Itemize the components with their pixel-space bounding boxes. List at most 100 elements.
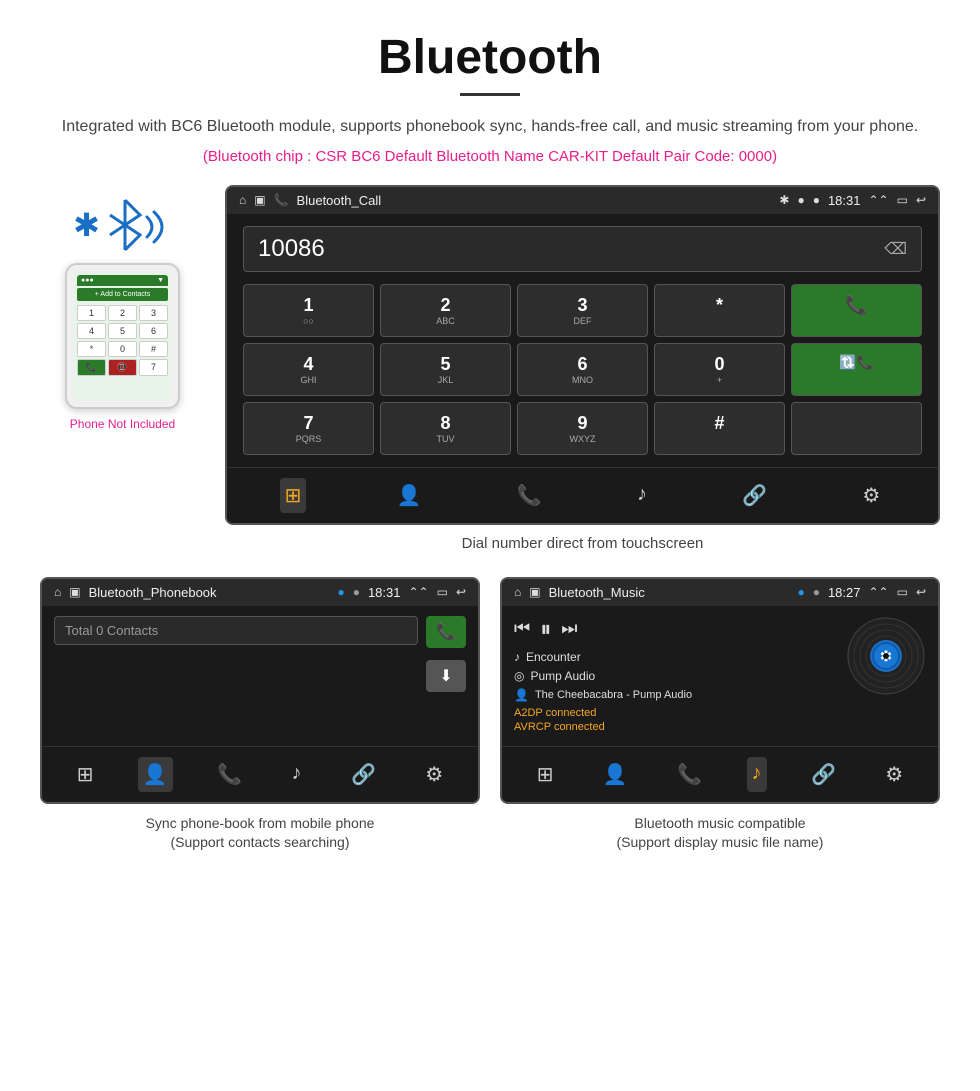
- key-1[interactable]: 1○○: [243, 284, 374, 337]
- car-screen-call-wrapper: ⌂ ▣ 📞 Bluetooth_Call ✱ ● ● 18:31 ⌃⌃ ▭ ↩ …: [225, 185, 940, 567]
- music-toolbar-call[interactable]: 📞: [672, 757, 707, 792]
- key-0[interactable]: 0+: [654, 343, 785, 396]
- music-home-icon[interactable]: ⌂: [514, 585, 521, 599]
- page-title: Bluetooth: [60, 30, 920, 85]
- phone-status-bar: ●●●▼: [77, 275, 168, 286]
- phonebook-download-btn[interactable]: ⬇: [426, 660, 466, 692]
- car-wifi-icon: ▣: [254, 193, 265, 207]
- dial-number: 10086: [258, 235, 325, 263]
- bluetooth-icon: ✱: [73, 206, 100, 244]
- car-screen-music: ⌂ ▣ Bluetooth_Music ● ● 18:27 ⌃⌃ ▭ ↩ ⏮ ⏸…: [500, 577, 940, 804]
- music-track3-row: 👤 The Cheebacabra - Pump Audio: [514, 688, 836, 702]
- pb-back-icon[interactable]: ↩: [456, 585, 466, 599]
- key-redial[interactable]: 🔃📞: [791, 343, 922, 396]
- music-track1: Encounter: [526, 650, 581, 664]
- car-expand-icon[interactable]: ⌃⌃: [868, 193, 888, 207]
- dial-input[interactable]: 10086 ⌫: [243, 226, 922, 272]
- car-home-icon[interactable]: ⌂: [239, 193, 246, 207]
- key-9[interactable]: 9WXYZ: [517, 402, 648, 455]
- pb-toolbar-call[interactable]: 📞: [212, 757, 247, 792]
- key-star[interactable]: *: [654, 284, 785, 337]
- pb-wifi-icon: ▣: [69, 585, 80, 599]
- music-toolbar-music[interactable]: ♪: [747, 757, 767, 792]
- music-toolbar-link[interactable]: 🔗: [806, 757, 841, 792]
- key-6[interactable]: 6MNO: [517, 343, 648, 396]
- music-play-btn[interactable]: ⏸: [540, 616, 551, 642]
- phone-key-0[interactable]: 0: [108, 341, 137, 357]
- phone-key-3[interactable]: 3: [139, 305, 168, 321]
- car-dots-icon: ●: [813, 193, 820, 207]
- dial-caption: Dial number direct from touchscreen: [225, 535, 940, 552]
- phone-mockup: ●●●▼ + Add to Contacts 1 2 3 4 5 6 * 0 #…: [65, 263, 180, 409]
- music-toolbar-settings[interactable]: ⚙: [880, 757, 908, 792]
- key-5[interactable]: 5JKL: [380, 343, 511, 396]
- car-screen-phonebook: ⌂ ▣ Bluetooth_Phonebook ● ● 18:31 ⌃⌃ ▭ ↩…: [40, 577, 480, 804]
- music-track2-row: ◎ Pump Audio: [514, 669, 836, 683]
- music-window-icon[interactable]: ▭: [897, 585, 908, 599]
- music-expand-icon[interactable]: ⌃⌃: [868, 585, 888, 599]
- car-status-title-call: Bluetooth_Call: [297, 193, 772, 208]
- key-7[interactable]: 7PQRS: [243, 402, 374, 455]
- title-underline: [460, 93, 520, 96]
- key-hash[interactable]: #: [654, 402, 785, 455]
- car-toolbar-phonebook: ⊞ 👤 📞 ♪ 🔗 ⚙: [42, 746, 478, 802]
- toolbar-call-btn[interactable]: 📞: [512, 478, 547, 513]
- car-status-bar-music: ⌂ ▣ Bluetooth_Music ● ● 18:27 ⌃⌃ ▭ ↩: [502, 579, 938, 606]
- key-3[interactable]: 3DEF: [517, 284, 648, 337]
- key-empty: [791, 402, 922, 455]
- toolbar-settings-btn[interactable]: ⚙: [857, 478, 885, 513]
- music-circle-icon: ◎: [514, 669, 524, 683]
- phone-key-4[interactable]: 4: [77, 323, 106, 339]
- dial-delete-btn[interactable]: ⌫: [884, 239, 907, 259]
- phone-key-call[interactable]: 📞: [77, 359, 106, 376]
- pb-toolbar-contacts[interactable]: 👤: [138, 757, 173, 792]
- phone-key-star[interactable]: *: [77, 341, 106, 357]
- key-2[interactable]: 2ABC: [380, 284, 511, 337]
- phonebook-call-btn[interactable]: 📞: [426, 616, 466, 648]
- pb-toolbar-music[interactable]: ♪: [287, 757, 307, 792]
- phone-key-2[interactable]: 2: [108, 305, 137, 321]
- car-phone-icon: 📞: [274, 193, 289, 207]
- music-toolbar-contacts[interactable]: 👤: [598, 757, 633, 792]
- signal-waves-svg: [142, 202, 172, 252]
- phone-key-1[interactable]: 1: [77, 305, 106, 321]
- car-back-icon[interactable]: ↩: [916, 193, 926, 207]
- phonebook-caption: Sync phone-book from mobile phone (Suppo…: [40, 814, 480, 853]
- music-status2: AVRCP connected: [514, 721, 836, 733]
- toolbar-dialpad-btn[interactable]: ⊞: [280, 478, 307, 513]
- phone-key-6[interactable]: 6: [139, 323, 168, 339]
- pb-expand-icon[interactable]: ⌃⌃: [408, 585, 428, 599]
- car-status-bar-phonebook: ⌂ ▣ Bluetooth_Phonebook ● ● 18:31 ⌃⌃ ▭ ↩: [42, 579, 478, 606]
- phone-side: ✱ ●●●▼ + Add to Contacts 1: [40, 185, 205, 431]
- pb-toolbar-dialpad[interactable]: ⊞: [72, 757, 99, 792]
- pb-window-icon[interactable]: ▭: [437, 585, 448, 599]
- pb-toolbar-settings[interactable]: ⚙: [420, 757, 448, 792]
- toolbar-contacts-btn[interactable]: 👤: [392, 478, 427, 513]
- music-caption: Bluetooth music compatible (Support disp…: [500, 814, 940, 853]
- key-call[interactable]: 📞: [791, 284, 922, 337]
- pb-home-icon[interactable]: ⌂: [54, 585, 61, 599]
- music-toolbar-dialpad[interactable]: ⊞: [532, 757, 559, 792]
- key-4[interactable]: 4GHI: [243, 343, 374, 396]
- music-time: 18:27: [828, 585, 861, 600]
- pb-toolbar-link[interactable]: 🔗: [346, 757, 381, 792]
- key-8[interactable]: 8TUV: [380, 402, 511, 455]
- phonebook-search[interactable]: Total 0 Contacts: [54, 616, 418, 645]
- pb-time: 18:31: [368, 585, 401, 600]
- music-prev-btn[interactable]: ⏮: [514, 618, 530, 639]
- phone-key-hash[interactable]: #: [139, 341, 168, 357]
- car-toolbar-music: ⊞ 👤 📞 ♪ 🔗 ⚙: [502, 746, 938, 802]
- toolbar-music-btn[interactable]: ♪: [632, 478, 652, 513]
- phone-key-7[interactable]: 7: [139, 359, 168, 376]
- music-track1-row: ♪ Encounter: [514, 650, 836, 664]
- phone-key-end[interactable]: 📵: [108, 359, 137, 376]
- bluetooth-icon-wrapper: ✱: [73, 195, 172, 255]
- music-content: ⏮ ⏸ ⏭ ♪ Encounter ◎ Pump Audio 👤 The: [502, 606, 938, 746]
- music-status1: A2DP connected: [514, 707, 836, 719]
- music-back-icon[interactable]: ↩: [916, 585, 926, 599]
- phone-key-5[interactable]: 5: [108, 323, 137, 339]
- car-window-icon[interactable]: ▭: [897, 193, 908, 207]
- toolbar-link-btn[interactable]: 🔗: [737, 478, 772, 513]
- music-next-btn[interactable]: ⏭: [561, 618, 577, 639]
- bottom-screens: ⌂ ▣ Bluetooth_Phonebook ● ● 18:31 ⌃⌃ ▭ ↩…: [0, 577, 980, 873]
